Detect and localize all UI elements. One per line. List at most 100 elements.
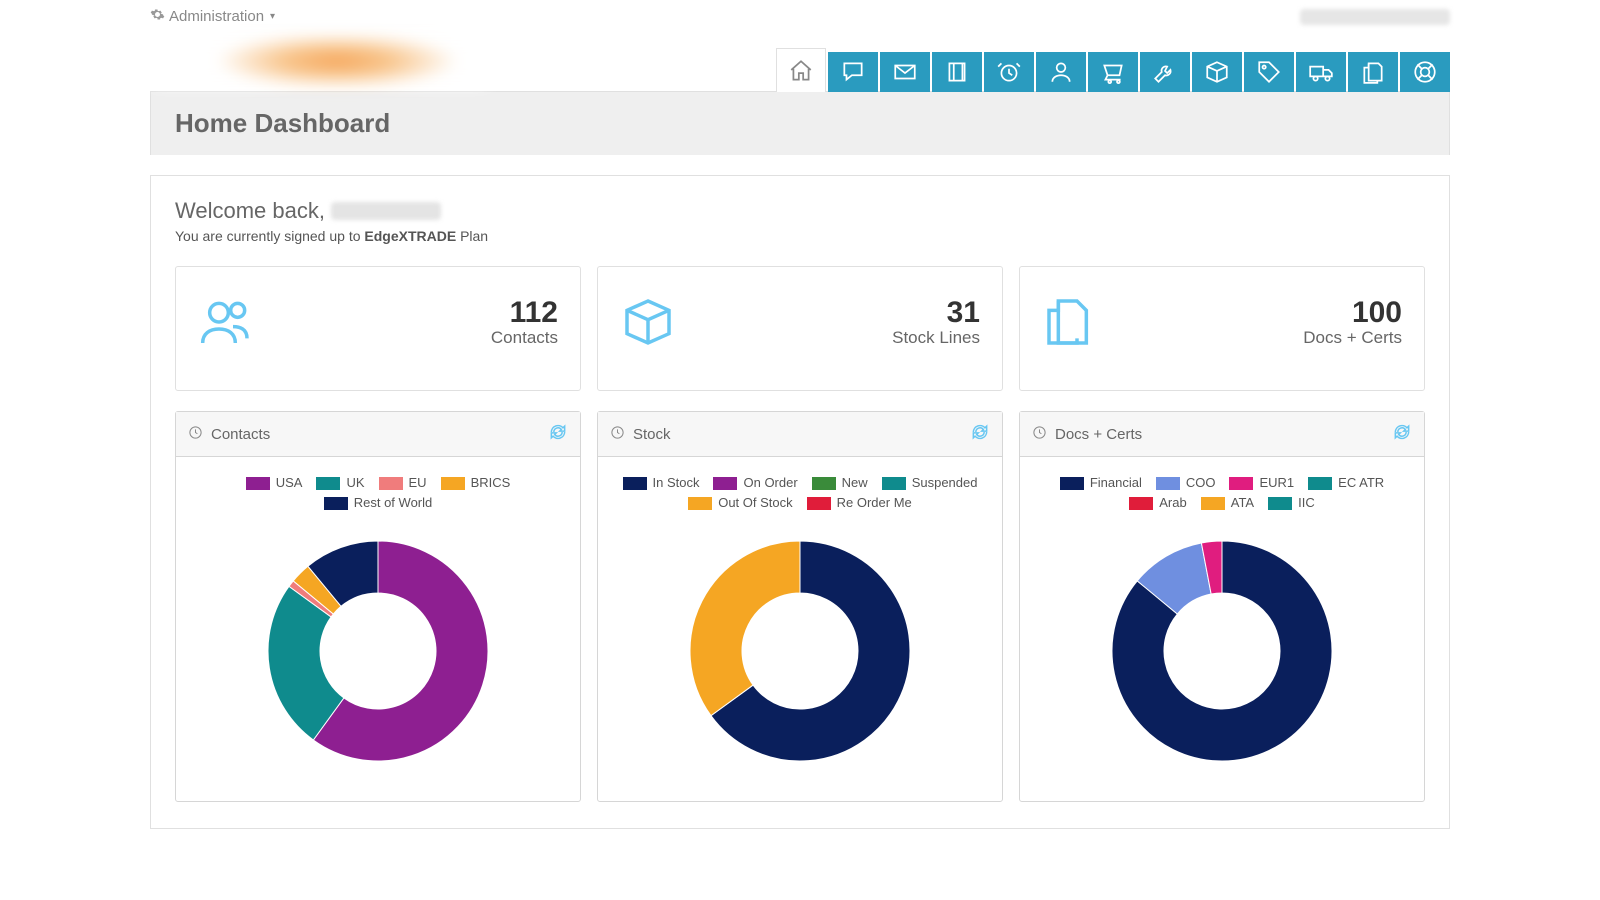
legend-swatch [1129,497,1153,510]
docs-icon [1042,294,1098,350]
legend-label: In Stock [653,473,700,493]
chart-title: Docs + Certs [1055,426,1142,443]
legend-swatch [688,497,712,510]
legend-item: Financial [1060,473,1142,493]
legend-swatch [1308,477,1332,490]
chart-panel-docs-certs: Docs + Certs Financial COO EUR1 EC ATR Arab AT… [1019,411,1425,802]
legend-swatch [316,477,340,490]
refresh-button[interactable] [548,422,568,446]
donut-chart [1030,521,1414,781]
legend-swatch [807,497,831,510]
stat-label: Stock Lines [892,328,980,348]
legend-item: In Stock [623,473,700,493]
legend-item: Rest of World [324,493,433,513]
donut-chart [608,521,992,781]
dashboard-card: Welcome back, You are currently signed u… [150,175,1450,829]
legend-item: Suspended [882,473,978,493]
legend-label: Re Order Me [837,493,912,513]
legend-item: UK [316,473,364,493]
welcome-heading: Welcome back, [175,198,1425,224]
page-title: Home Dashboard [175,108,1425,139]
legend-label: ATA [1231,493,1254,513]
legend-item: IIC [1268,493,1315,513]
legend-swatch [324,497,348,510]
chart-legend: USA UK EU BRICS Rest of World [186,473,570,513]
stat-value: 31 [892,296,980,330]
legend-item: EU [379,473,427,493]
legend-label: Suspended [912,473,978,493]
legend-label: IIC [1298,493,1315,513]
nav-mail-icon[interactable] [880,52,930,92]
legend-label: Out Of Stock [718,493,792,513]
clock-icon [188,425,203,444]
legend-swatch [379,477,403,490]
stat-docs-certs[interactable]: 100Docs + Certs [1019,266,1425,391]
legend-item: On Order [713,473,797,493]
legend-item: COO [1156,473,1216,493]
box-icon [620,294,676,350]
legend-item: Re Order Me [807,493,912,513]
stat-label: Docs + Certs [1303,328,1402,348]
legend-item: ATA [1201,493,1254,513]
main-nav [776,48,1450,92]
legend-swatch [882,477,906,490]
clock-icon [610,425,625,444]
legend-label: EU [409,473,427,493]
chart-panel-stock: Stock In Stock On Order New Suspended Out Of … [597,411,1003,802]
nav-box-icon[interactable] [1192,52,1242,92]
chart-legend: In Stock On Order New Suspended Out Of Stock… [608,473,992,513]
stat-value: 100 [1303,296,1402,330]
chart-title: Stock [633,426,671,443]
nav-truck-icon[interactable] [1296,52,1346,92]
nav-tag-icon[interactable] [1244,52,1294,92]
page-title-band: Home Dashboard [150,91,1450,155]
legend-swatch [1156,477,1180,490]
legend-swatch [1268,497,1292,510]
refresh-button[interactable] [1392,422,1412,446]
nav-home-icon[interactable] [776,48,826,92]
legend-item: EC ATR [1308,473,1384,493]
people-icon [198,294,254,350]
user-menu[interactable] [1300,9,1450,25]
legend-label: EC ATR [1338,473,1384,493]
chart-legend: Financial COO EUR1 EC ATR Arab ATA IIC [1030,473,1414,513]
legend-label: BRICS [471,473,511,493]
nav-wrench-icon[interactable] [1140,52,1190,92]
nav-book-icon[interactable] [932,52,982,92]
nav-alarm-icon[interactable] [984,52,1034,92]
legend-swatch [1060,477,1084,490]
legend-label: Financial [1090,473,1142,493]
clock-icon [1032,425,1047,444]
stat-contacts[interactable]: 112Contacts [175,266,581,391]
legend-item: Arab [1129,493,1186,513]
legend-label: COO [1186,473,1216,493]
nav-support-icon[interactable] [1400,52,1450,92]
chart-panel-contacts: Contacts USA UK EU BRICS Rest of World [175,411,581,802]
stat-label: Contacts [491,328,558,348]
chevron-down-icon: ▾ [270,11,275,22]
legend-item: EUR1 [1229,473,1294,493]
chart-title: Contacts [211,426,270,443]
legend-swatch [441,477,465,490]
stat-stock-lines[interactable]: 31Stock Lines [597,266,1003,391]
nav-user-icon[interactable] [1036,52,1086,92]
legend-item: New [812,473,868,493]
nav-cart-icon[interactable] [1088,52,1138,92]
legend-label: On Order [743,473,797,493]
admin-menu[interactable]: Administration [169,8,264,25]
gear-icon [150,7,165,26]
nav-chat-icon[interactable] [828,52,878,92]
user-name-redacted [331,202,441,220]
legend-item: USA [246,473,303,493]
legend-item: Out Of Stock [688,493,792,513]
legend-label: New [842,473,868,493]
legend-swatch [812,477,836,490]
legend-swatch [623,477,647,490]
plan-line: You are currently signed up to EdgeXTRAD… [175,228,1425,244]
legend-label: UK [346,473,364,493]
refresh-button[interactable] [970,422,990,446]
stat-value: 112 [491,296,558,330]
legend-swatch [1229,477,1253,490]
nav-copy-icon[interactable] [1348,52,1398,92]
legend-label: Rest of World [354,493,433,513]
